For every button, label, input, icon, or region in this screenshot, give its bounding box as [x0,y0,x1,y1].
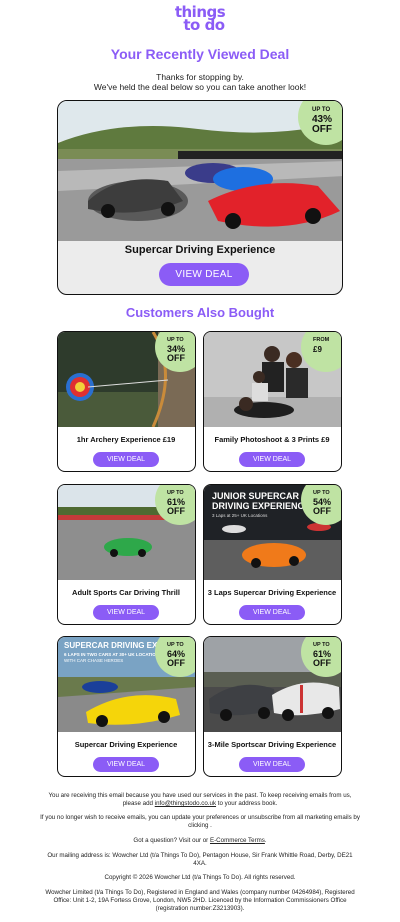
deal-card-photoshoot[interactable]: FROM £9 Family Photoshoot & 3 Prints £9 … [203,331,342,472]
image-subline: 3 Laps at 25+ UK Locations [212,513,268,518]
image-headline-2: DRIVING EXPERIENCE [212,501,310,511]
logo-line-2: to do [183,16,225,34]
footer-legal: Wowcher Limited (t/a Things To Do), Regi… [45,889,355,912]
page-title: Your Recently Viewed Deal [110,46,290,62]
image-headline-2: 6 LAPS IN TWO CARS AT 30+ UK LOCATION [64,652,159,657]
view-deal-button[interactable]: VIEW DEAL [239,757,305,772]
badge-suffix: OFF [167,353,185,363]
footer-copyright: Copyright © 2026 Wowcher Ltd (t/a Things… [104,874,296,881]
deal-card-archery[interactable]: UP TO 34% OFF 1hr Archery Experience £19… [57,331,196,472]
footer-subscription-note: You are receiving this email because you… [40,792,360,808]
deal-card-sportscar[interactable]: UP TO 61% OFF 3-Mile Sportscar Driving E… [203,636,342,777]
badge-suffix: OFF [167,658,185,668]
image-headline-1: JUNIOR SUPERCAR [212,491,300,501]
view-deal-button[interactable]: VIEW DEAL [239,452,305,467]
footer-text: . [264,837,267,844]
hero-view-deal-button[interactable]: VIEW DEAL [159,263,249,286]
deal-title: 1hr Archery Experience £19 [76,435,176,444]
view-deal-button[interactable]: VIEW DEAL [239,605,305,620]
deal-card-sports-car[interactable]: UP TO 61% OFF Adult Sports Car Driving T… [57,484,196,625]
email-link[interactable]: info@thingstodo.co.uk [155,800,216,807]
badge-suffix: OFF [313,506,331,516]
footer-mailing-address: Our mailing address is: Wowcher Ltd (t/a… [47,852,353,867]
hero-deal-title: Supercar Driving Experience [124,244,276,256]
brand-logo[interactable]: things to do [0,5,400,35]
view-deal-button[interactable]: VIEW DEAL [93,452,159,467]
intro-line-2: We've held the deal below so you can tak… [93,82,307,92]
view-deal-button[interactable]: VIEW DEAL [93,605,159,620]
intro-text: Thanks for stopping by. We've held the d… [0,72,400,92]
deal-card-supercar[interactable]: SUPERCAR DRIVING EXPERIE 6 LAPS IN TWO C… [57,636,196,777]
intro-line-1: Thanks for stopping by. [156,72,244,82]
footer-text: to your address book. [217,800,278,807]
deal-title: Family Photoshoot & 3 Prints £9 [214,435,330,444]
footer-question-note: Got a question? Visit our or E-Commerce … [40,837,360,845]
section-title: Customers Also Bought [125,305,275,320]
badge-price: £9 [313,345,322,354]
badge-suffix: OFF [313,658,331,668]
image-subline: WITH CAR CHASE HEROES [64,658,123,663]
deal-card-junior-supercar[interactable]: JUNIOR SUPERCAR DRIVING EXPERIENCE 3 Lap… [203,484,342,625]
deal-title: 3 Laps Supercar Driving Experience [207,588,337,597]
footer-text: Got a question? Visit our or [133,837,209,844]
badge-prefix: FROM [313,337,330,343]
footer-unsubscribe-note: If you no longer wish to receive emails,… [40,814,360,829]
deal-title: 3-Mile Sportscar Driving Experience [207,740,337,749]
view-deal-button[interactable]: VIEW DEAL [93,757,159,772]
badge-suffix: OFF [167,506,185,516]
deal-title: Adult Sports Car Driving Thrill [72,588,180,597]
terms-link[interactable]: E-Commerce Terms [210,837,265,844]
badge-suffix: OFF [312,124,332,135]
deal-title: Supercar Driving Experience [74,740,178,749]
